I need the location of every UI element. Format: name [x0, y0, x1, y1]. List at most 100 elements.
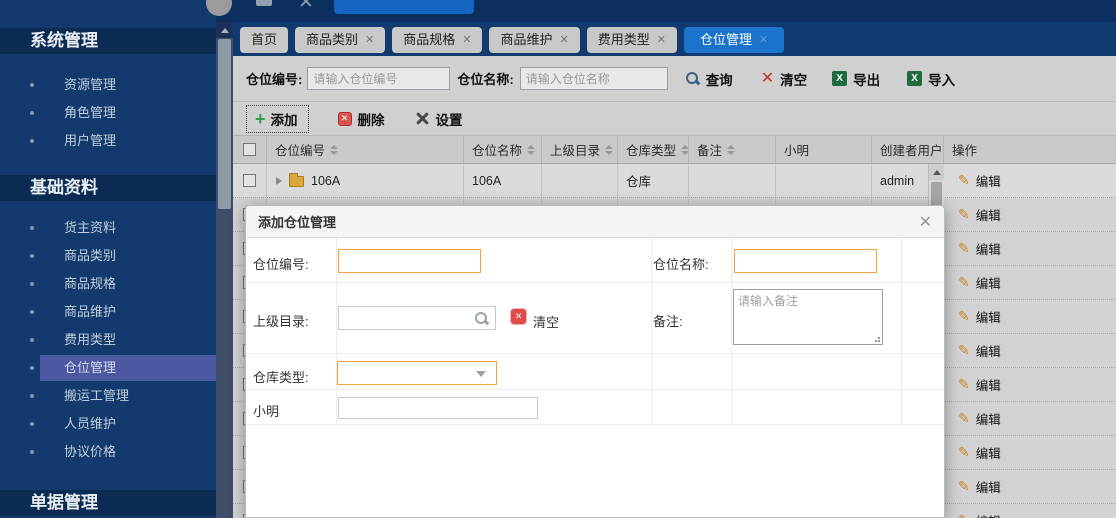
form-grid-line — [901, 238, 902, 424]
tab-close-icon[interactable]: ✕ — [759, 27, 768, 53]
resize-grip-icon[interactable] — [874, 336, 880, 342]
sidebar-item-角色管理[interactable]: 角色管理 — [0, 99, 216, 127]
sidebar-item-货主资料[interactable]: 货主资料 — [0, 214, 216, 242]
dialog-name-label: 仓位名称: — [653, 254, 709, 273]
cell-parent — [542, 164, 618, 197]
minimize-icon[interactable] — [256, 0, 272, 6]
cell-actions: ✎编辑 — [944, 368, 1116, 401]
clear-button[interactable]: ✕ 清空 — [761, 69, 807, 89]
tab-close-icon[interactable]: ✕ — [657, 27, 666, 53]
sidebar-item-label: 人员维护 — [64, 410, 116, 438]
row-checkbox[interactable] — [243, 174, 256, 187]
edit-label: 编辑 — [976, 443, 1001, 462]
tab-费用类型[interactable]: 费用类型 ✕ — [587, 27, 677, 53]
settings-button[interactable]: 设置 — [415, 109, 463, 129]
edit-button[interactable]: ✎编辑 — [958, 239, 1001, 258]
dialog-clear-label[interactable]: 清空 — [533, 312, 559, 331]
topbar-blue-button[interactable] — [334, 0, 474, 14]
query-button[interactable]: 查询 — [685, 69, 733, 89]
sidebar-item-协议价格[interactable]: 协议价格 — [0, 438, 216, 466]
tab-close-icon[interactable]: ✕ — [560, 27, 569, 53]
sidebar-item-商品维护[interactable]: 商品维护 — [0, 298, 216, 326]
dialog-close-icon[interactable]: ✕ — [919, 212, 932, 232]
export-button[interactable]: X 导出 — [832, 69, 880, 89]
sidebar-scrollbar-thumb[interactable] — [218, 39, 231, 209]
tab-仓位管理[interactable]: 仓位管理✕ — [684, 27, 784, 53]
dialog-xiaoming-input[interactable] — [338, 397, 538, 419]
app-window: 系统管理资源管理角色管理用户管理基础资料货主资料商品类别商品规格商品维护费用类型… — [0, 0, 1116, 518]
sidebar-item-费用类型[interactable]: 费用类型 — [0, 326, 216, 354]
select-all-header-cell[interactable] — [233, 136, 267, 163]
sidebar-item-商品类别[interactable]: 商品类别 — [0, 242, 216, 270]
edit-button[interactable]: ✎编辑 — [958, 307, 1001, 326]
edit-button[interactable]: ✎编辑 — [958, 443, 1001, 462]
column-header-仓位编号[interactable]: 仓位编号 — [267, 136, 464, 163]
add-button[interactable]: + 添加 — [246, 105, 309, 133]
tab-close-icon[interactable]: ✕ — [462, 27, 471, 53]
pencil-icon: ✎ — [958, 308, 970, 325]
edit-button[interactable]: ✎编辑 — [958, 477, 1001, 496]
column-header-仓位名称[interactable]: 仓位名称 — [464, 136, 542, 163]
pencil-icon: ✎ — [958, 376, 970, 393]
edit-button[interactable]: ✎编辑 — [958, 375, 1001, 394]
edit-label: 编辑 — [976, 273, 1001, 292]
dialog-header[interactable]: 添加仓位管理 ✕ — [246, 206, 944, 238]
search-icon[interactable] — [474, 311, 489, 326]
cell-name: 106A — [464, 164, 542, 197]
dialog-parent-combo[interactable] — [338, 306, 496, 330]
sort-arrows-icon — [605, 145, 613, 155]
edit-button[interactable]: ✎编辑 — [958, 171, 1001, 190]
grid-scroll-up-button[interactable] — [929, 164, 944, 180]
dialog-code-label: 仓位编号: — [253, 254, 309, 273]
edit-button[interactable]: ✎编辑 — [958, 205, 1001, 224]
edit-button[interactable]: ✎编辑 — [958, 273, 1001, 292]
tab-商品规格[interactable]: 商品规格✕ — [392, 27, 482, 53]
expand-icon[interactable] — [276, 177, 282, 185]
add-location-dialog: 添加仓位管理 ✕ 仓位编号: 仓位名称: 上级目录: ✕ 清空 备注: 仓库类 — [245, 205, 945, 518]
sidebar-item-商品规格[interactable]: 商品规格 — [0, 270, 216, 298]
sidebar-item-资源管理[interactable]: 资源管理 — [0, 71, 216, 99]
column-header-仓库类型[interactable]: 仓库类型 — [618, 136, 689, 163]
edit-label: 编辑 — [976, 409, 1001, 428]
sidebar-item-搬运工管理[interactable]: 搬运工管理 — [0, 382, 216, 410]
sidebar-scrollbar[interactable] — [216, 22, 233, 518]
dialog-note-textarea[interactable] — [733, 289, 883, 345]
import-button[interactable]: X 导入 — [907, 69, 955, 89]
chevron-down-icon[interactable] — [476, 371, 486, 377]
column-header-创建者用户名: 创建者用户名 — [872, 136, 944, 163]
sidebar-item-label: 角色管理 — [64, 99, 116, 127]
excel-export-icon: X — [832, 71, 847, 86]
search-code-input[interactable] — [307, 67, 450, 90]
sidebar-section-header[interactable]: 系统管理 — [0, 28, 216, 54]
tab-首页[interactable]: 首页 — [240, 27, 288, 53]
sidebar-item-仓位管理[interactable]: 仓位管理 — [0, 354, 216, 382]
column-header-备注[interactable]: 备注 — [689, 136, 776, 163]
tab-商品维护[interactable]: 商品维护✕ — [489, 27, 579, 53]
sidebar-section-header[interactable]: 基础资料 — [0, 175, 216, 201]
tab-label: 费用类型 — [598, 27, 650, 53]
sidebar-section-header[interactable]: 单据管理 — [0, 490, 216, 516]
edit-button[interactable]: ✎编辑 — [958, 511, 1001, 518]
sidebar-item-用户管理[interactable]: 用户管理 — [0, 127, 216, 155]
sidebar-scroll-up-button[interactable] — [216, 22, 233, 38]
sort-up-icon — [330, 145, 338, 149]
clear-x-icon[interactable]: ✕ — [511, 309, 526, 324]
sort-down-icon — [330, 151, 338, 155]
tab-close-icon[interactable]: ✕ — [365, 27, 374, 53]
sidebar-item-人员维护[interactable]: 人员维护 — [0, 410, 216, 438]
dialog-code-input[interactable] — [338, 249, 481, 273]
edit-button[interactable]: ✎ 编辑 — [958, 409, 1001, 428]
dialog-wtype-combo[interactable] — [337, 361, 497, 385]
sort-up-icon — [681, 145, 689, 149]
tab-商品类别[interactable]: 商品类别✕ — [295, 27, 385, 53]
close-icon[interactable]: ✕ — [298, 0, 314, 14]
dialog-name-input[interactable] — [734, 249, 877, 273]
select-all-checkbox[interactable] — [243, 143, 256, 156]
column-header-上级目录[interactable]: 上级目录 — [542, 136, 618, 163]
edit-button[interactable]: ✎编辑 — [958, 341, 1001, 360]
delete-button[interactable]: ✕ 删除 — [338, 109, 385, 129]
search-name-input[interactable] — [520, 67, 668, 90]
sort-down-icon — [681, 151, 689, 155]
clear-x-icon: ✕ — [761, 71, 774, 86]
pencil-icon: ✎ — [958, 410, 970, 427]
